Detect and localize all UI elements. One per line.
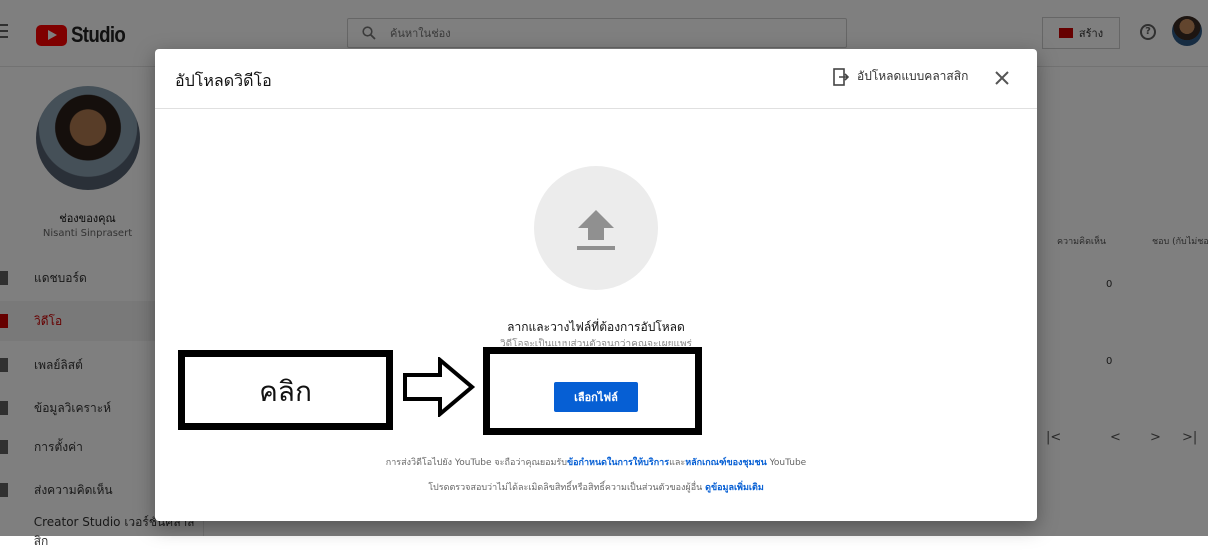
drag-drop-text: ลากและวางไฟล์ที่ต้องการอัปโหลด: [507, 320, 685, 334]
upload-drop-zone[interactable]: [534, 166, 658, 290]
privacy-note: วิดีโอจะเป็นแบบส่วนตัวจนกว่าคุณจะเผยแพร่: [500, 339, 692, 346]
upload-dialog: อัปโหลดวิดีโอ อัปโหลดแบบคลาสสิก ลากและวา…: [155, 49, 1037, 521]
annotation-highlight-box: [483, 347, 702, 435]
close-icon[interactable]: [993, 69, 1011, 87]
annotation-label-box: คลิก: [178, 350, 393, 430]
exit-door-icon: [833, 67, 849, 86]
annotation-label: คลิก: [259, 375, 312, 408]
terms-prefix: การส่งวิดีโอไปยัง YouTube จะถือว่าคุณยอม…: [385, 458, 567, 468]
dialog-title: อัปโหลดวิดีโอ: [175, 71, 272, 90]
learn-more-link[interactable]: ดูข้อมูลเพิ่มเติม: [705, 483, 764, 493]
classic-upload-label: อัปโหลดแบบคลาสสิก: [857, 69, 969, 83]
terms-and: และ: [669, 458, 686, 468]
rights-text: โปรดตรวจสอบว่าไม่ได้ละเมิดลิขสิทธิ์หรือส…: [428, 483, 706, 493]
classic-upload-link[interactable]: อัปโหลดแบบคลาสสิก: [833, 67, 968, 86]
dialog-header: อัปโหลดวิดีโอ อัปโหลดแบบคลาสสิก: [155, 49, 1037, 109]
community-guidelines-link[interactable]: หลักเกณฑ์ของชุมชน: [685, 458, 767, 468]
terms-of-service-link[interactable]: ข้อกำหนดในการให้บริการ: [567, 458, 669, 468]
upload-arrow-icon: [577, 210, 615, 250]
terms-suffix: YouTube: [766, 458, 807, 468]
annotation-arrow-icon: [403, 357, 476, 417]
terms-notice: การส่งวิดีโอไปยัง YouTube จะถือว่าคุณยอม…: [155, 455, 1037, 469]
rights-notice: โปรดตรวจสอบว่าไม่ได้ละเมิดลิขสิทธิ์หรือส…: [155, 480, 1037, 494]
